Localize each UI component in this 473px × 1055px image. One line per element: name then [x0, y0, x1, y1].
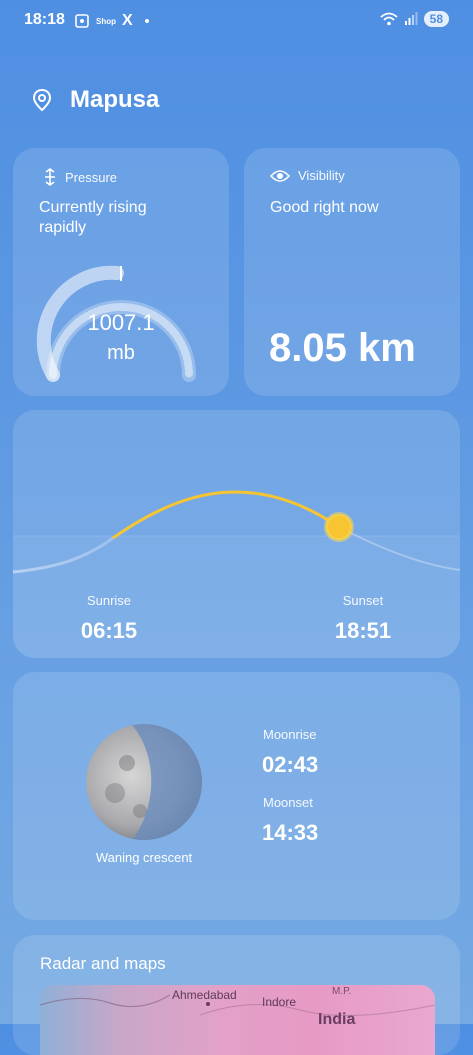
moonrise-label: Moonrise: [263, 727, 317, 742]
pressure-label: Pressure: [65, 169, 118, 185]
pressure-card[interactable]: Pressure Currently rising rapidly 1007.1…: [13, 148, 229, 396]
map-label-mp: M.P.: [332, 986, 352, 997]
radar-title: Radar and maps: [40, 954, 166, 973]
visibility-header: Visibility: [270, 168, 345, 183]
visibility-label: Visibility: [298, 168, 345, 183]
sunrise-time: 06:15: [80, 618, 138, 643]
moonrise-time: 02:43: [262, 752, 319, 777]
sunset-time: 18:51: [334, 618, 392, 643]
map-label-india: India: [318, 1011, 356, 1028]
visibility-value: 8.05 km: [269, 326, 416, 370]
x-icon: X: [122, 12, 133, 29]
visibility-status: Good right now: [270, 199, 379, 216]
sun-position: [324, 512, 354, 542]
sun-card[interactable]: Sunrise 06:15 Sunset 18:51: [13, 410, 460, 658]
location-pin-icon: [32, 88, 52, 112]
moon-card[interactable]: Waning crescent Moonrise 02:43 Moonset 1…: [13, 672, 460, 920]
shop-icon: Shop: [96, 16, 116, 26]
more-notifications-dot: [144, 19, 149, 23]
sunrise-label: Sunrise: [86, 593, 132, 608]
wifi-icon: [380, 12, 398, 26]
day-curve: [112, 490, 340, 540]
signal-icon: [404, 12, 418, 25]
radar-card[interactable]: Radar and maps Ahmedabad Indore M.P. Ind…: [13, 935, 460, 1055]
moon-phase-label: Waning crescent: [95, 850, 193, 865]
map-texture: [40, 994, 435, 1016]
pressure-header: Pressure: [43, 168, 117, 186]
sunset-label: Sunset: [342, 593, 384, 608]
pressure-unit: mb: [107, 342, 135, 364]
notification-icons: Shop X: [74, 12, 149, 30]
moon-phase-image: [86, 724, 202, 840]
pressure-value: 1007.1: [87, 310, 155, 335]
map-label-indore: Indore: [262, 995, 297, 1009]
pressure-icon: [45, 168, 55, 186]
status-bar: 18:18 Shop X 58: [0, 0, 473, 44]
city-name: Mapusa: [70, 86, 160, 113]
eye-icon: [270, 169, 290, 182]
location-header[interactable]: Mapusa: [32, 86, 159, 114]
pressure-status: Currently rising rapidly: [39, 199, 147, 236]
battery-icon: 58: [423, 11, 449, 27]
screenshot-icon: [75, 14, 89, 28]
moonset-label: Moonset: [263, 795, 313, 810]
radar-map-preview[interactable]: Ahmedabad Indore M.P. India: [40, 985, 435, 1055]
status-time: 18:18: [24, 11, 65, 28]
moonset-time: 14:33: [262, 820, 319, 845]
visibility-card[interactable]: Visibility Good right now 8.05 km: [244, 148, 460, 396]
map-label-ahmedabad: Ahmedabad: [172, 988, 237, 1002]
